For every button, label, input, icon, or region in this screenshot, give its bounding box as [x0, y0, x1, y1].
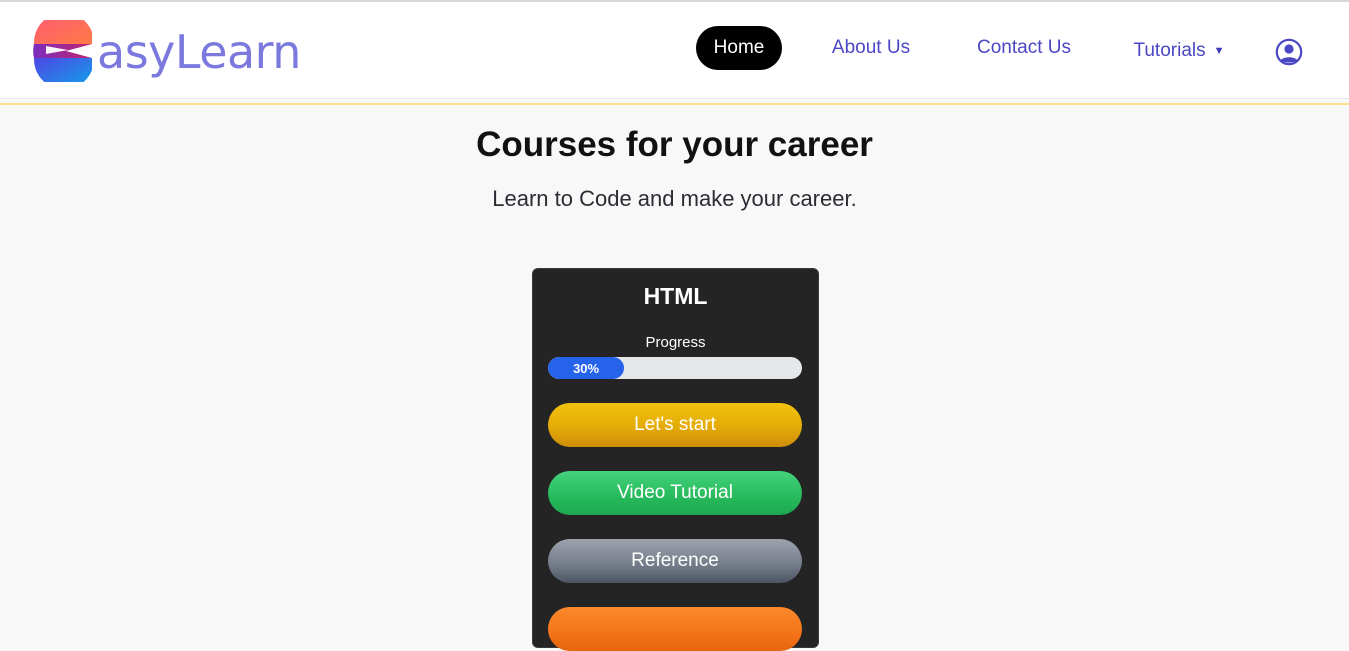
page-title: Courses for your career [476, 125, 873, 164]
reference-button[interactable]: Reference [548, 539, 802, 583]
nav-about-us[interactable]: About Us [822, 26, 920, 70]
video-tutorial-button[interactable]: Video Tutorial [548, 471, 802, 515]
progress-label: Progress [645, 334, 706, 351]
progress-bar-fill: 30% [548, 357, 625, 379]
lets-start-button[interactable]: Let's start [548, 403, 802, 447]
user-circle-icon[interactable] [1275, 38, 1303, 66]
caret-down-icon: ▼ [1213, 45, 1225, 57]
progress-bar: 30% [548, 357, 802, 379]
course-card-html: HTML Progress 30% Let's start Video Tuto… [532, 268, 819, 651]
site-header: asyLearn Home About Us Contact Us Tutori… [0, 2, 1349, 98]
nav-tutorials-dropdown[interactable]: Tutorials ▼ [1128, 29, 1230, 73]
course-title: HTML [643, 283, 708, 309]
nav-contact-us[interactable]: Contact Us [968, 26, 1080, 70]
header-divider [0, 98, 1349, 99]
main-nav: Home About Us Contact Us Tutorials ▼ [0, 26, 1349, 72]
header-accent-line [0, 103, 1349, 105]
nav-home[interactable]: Home [696, 26, 782, 70]
progress-percent-text: 30% [573, 360, 600, 376]
page-subtitle: Learn to Code and make your career. [492, 186, 857, 211]
nav-tutorials-label: Tutorials [1133, 40, 1206, 61]
orange-course-button[interactable] [548, 607, 802, 651]
